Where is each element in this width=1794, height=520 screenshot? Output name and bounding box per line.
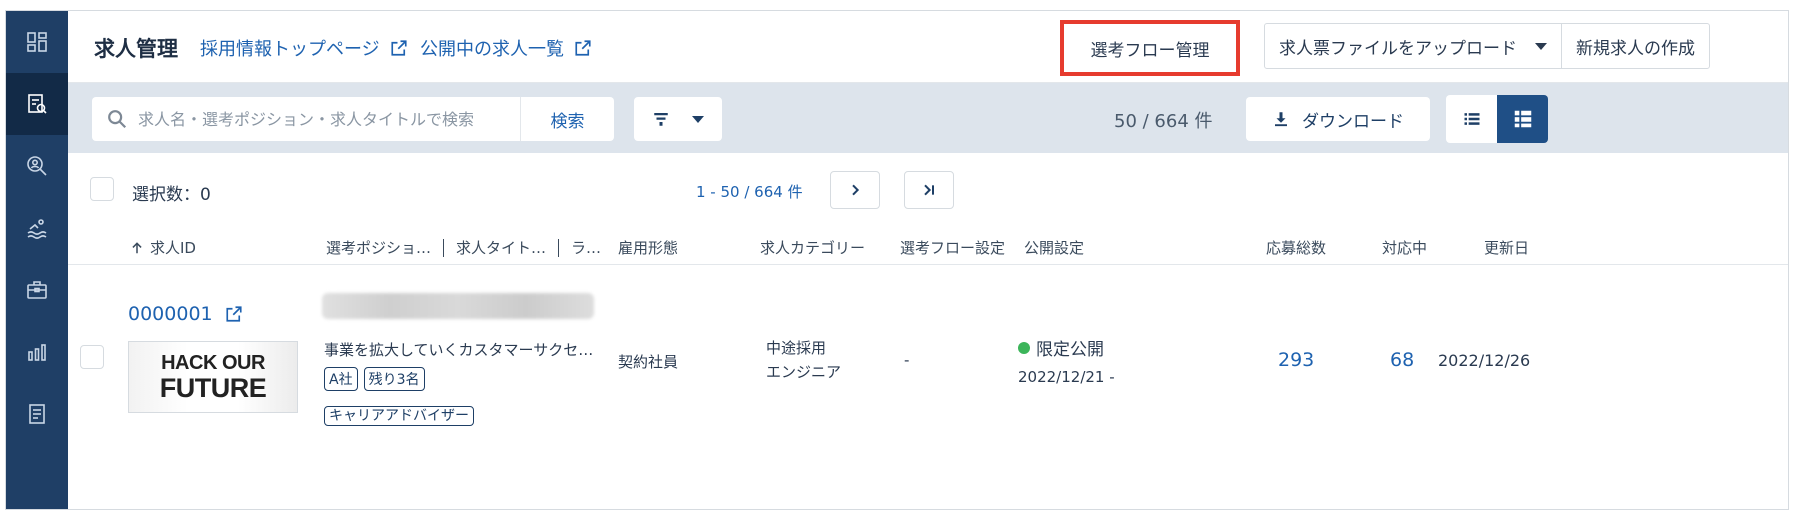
table-view-button[interactable] — [1497, 95, 1548, 143]
tag-list: キャリアアドバイザー — [324, 405, 474, 426]
chevron-down-icon — [1535, 42, 1547, 50]
external-link-icon — [226, 306, 242, 322]
row-checkbox[interactable] — [80, 345, 104, 369]
toolbar: 検索 50 / 664 件 ダウンロード — [68, 83, 1788, 153]
search-box: 検索 — [92, 97, 614, 141]
next-page-button[interactable] — [830, 171, 880, 209]
dashboard-icon — [27, 32, 47, 52]
sidebar — [6, 11, 68, 509]
column-job-id-label: 求人ID — [150, 239, 196, 257]
pagination-range: 1 - 50 / 664 件 — [696, 183, 803, 201]
column-flow-setting[interactable]: 選考フロー設定 — [900, 237, 1005, 258]
upload-button-label: 求人票ファイルをアップロード — [1279, 38, 1517, 59]
chevron-down-icon — [692, 115, 704, 123]
column-publish-setting[interactable]: 公開設定 — [1024, 237, 1084, 258]
position-text: 事業を拡大していくカスタマーサクセ… — [324, 341, 594, 359]
column-job-title[interactable]: 求人タイト… — [456, 237, 546, 258]
app-window: 求人管理 採用情報トップページ 公開中の求人一覧 選考フロー管理 求人票ファイル… — [5, 10, 1789, 510]
search-button[interactable]: 検索 — [520, 97, 614, 141]
publish-status-label: 限定公開 — [1036, 340, 1104, 360]
table-row[interactable]: 0000001 HACK OUR FUTURE 事業を拡大していくカスタマーサク… — [68, 265, 1788, 509]
table-icon — [1514, 110, 1531, 128]
recruit-top-link-label: 採用情報トップページ — [200, 39, 380, 60]
briefcase-icon — [27, 281, 47, 299]
column-job-id[interactable]: 求人ID — [130, 237, 196, 258]
job-list-icon — [28, 94, 47, 114]
document-icon — [29, 404, 45, 424]
job-id: 0000001 — [128, 303, 213, 325]
column-in-progress[interactable]: 対応中 — [1382, 237, 1427, 258]
upload-button-group: 求人票ファイルをアップロード 新規求人の作成 — [1264, 23, 1710, 69]
list-icon — [1464, 113, 1479, 125]
column-total-applicants[interactable]: 応募総数 — [1266, 237, 1326, 258]
column-divider — [558, 238, 560, 257]
download-button[interactable]: ダウンロード — [1246, 97, 1430, 141]
filter-icon — [654, 113, 668, 126]
sidebar-item-jobs[interactable] — [6, 73, 68, 135]
view-toggle — [1446, 95, 1548, 143]
result-count: 50 / 664 件 — [1114, 111, 1213, 132]
tag: キャリアアドバイザー — [324, 406, 474, 426]
download-icon — [1275, 112, 1287, 127]
total-applicants-link[interactable]: 293 — [1278, 349, 1314, 371]
sidebar-item-dashboard[interactable] — [6, 11, 68, 73]
tag-list: A社 残り3名 — [324, 367, 425, 391]
candidate-search-icon — [27, 156, 47, 176]
page-header: 求人管理 採用情報トップページ 公開中の求人一覧 選考フロー管理 求人票ファイル… — [68, 11, 1788, 83]
selected-count: 選択数：0 — [132, 185, 211, 205]
column-updated[interactable]: 更新日 — [1484, 237, 1529, 258]
list-view-button[interactable] — [1446, 95, 1497, 143]
select-all-checkbox[interactable] — [90, 177, 114, 201]
selection-flow-button[interactable]: 選考フロー管理 — [1060, 20, 1240, 76]
status-dot-icon — [1018, 341, 1030, 354]
chevron-right-icon — [852, 184, 860, 196]
last-page-icon — [924, 184, 934, 196]
publish-date: 2022/12/21 - — [1018, 368, 1115, 386]
search-input[interactable] — [138, 109, 520, 129]
employment-type: 契約社員 — [618, 353, 679, 371]
public-jobs-link-label: 公開中の求人一覧 — [420, 39, 564, 60]
thumbnail-text-line2: FUTURE — [159, 372, 267, 403]
column-category[interactable]: 求人カテゴリー — [760, 237, 865, 258]
flow-setting: - — [904, 351, 910, 369]
sort-ascending-icon — [132, 241, 142, 253]
create-job-button[interactable]: 新規求人の作成 — [1562, 24, 1709, 68]
thumbnail-text-line1: HACK OUR — [161, 351, 265, 374]
column-position-group: 選考ポジショ… 求人タイト… ラ… — [326, 237, 601, 258]
last-page-button[interactable] — [904, 171, 954, 209]
upload-job-file-button[interactable]: 求人票ファイルをアップロード — [1265, 24, 1562, 68]
sidebar-item-documents[interactable] — [6, 383, 68, 445]
sidebar-item-candidates[interactable] — [6, 135, 68, 197]
public-jobs-link[interactable]: 公開中の求人一覧 — [420, 35, 592, 61]
job-thumbnail: HACK OUR FUTURE — [128, 341, 298, 413]
recruit-top-link[interactable]: 採用情報トップページ — [200, 35, 408, 61]
column-label[interactable]: ラ… — [571, 237, 601, 258]
external-link-icon — [575, 40, 591, 56]
updated-date: 2022/12/26 — [1438, 351, 1531, 370]
category-primary: 中途採用 — [766, 339, 827, 357]
sidebar-item-activity[interactable] — [6, 197, 68, 259]
in-progress-link[interactable]: 68 — [1390, 349, 1414, 371]
external-link-icon — [391, 40, 407, 56]
swimmer-icon — [27, 219, 47, 239]
job-id-link[interactable]: 0000001 — [128, 303, 243, 325]
filter-button[interactable] — [634, 97, 722, 141]
column-divider — [443, 238, 445, 257]
page-title: 求人管理 — [94, 37, 178, 61]
blurred-job-title — [322, 293, 594, 319]
column-position[interactable]: 選考ポジショ… — [326, 237, 431, 258]
selection-bar: 選択数：0 1 - 50 / 664 件 — [68, 153, 1788, 229]
analytics-icon — [28, 344, 46, 361]
tag: A社 — [324, 367, 358, 391]
publish-status: 限定公開 2022/12/21 - — [1018, 335, 1115, 386]
tag: 残り3名 — [363, 367, 425, 391]
table-header: 求人ID 選考ポジショ… 求人タイト… ラ… 雇用形態 求人カテゴリー 選考フロ… — [68, 229, 1788, 265]
category-secondary: エンジニア — [766, 363, 842, 381]
download-button-label: ダウンロード — [1302, 111, 1404, 132]
column-employment-type[interactable]: 雇用形態 — [618, 237, 678, 258]
sidebar-item-company[interactable] — [6, 259, 68, 321]
search-icon — [108, 110, 127, 129]
sidebar-item-analytics[interactable] — [6, 321, 68, 383]
